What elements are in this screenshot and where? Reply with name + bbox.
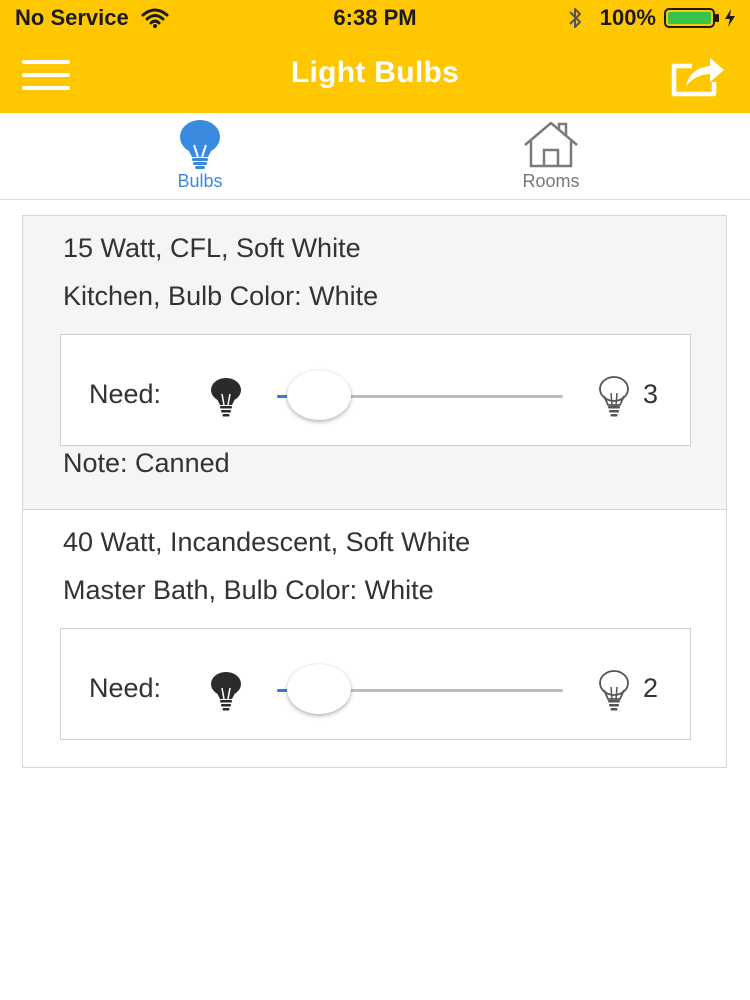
tab-rooms-label: Rooms — [522, 171, 580, 191]
slider-thumb[interactable] — [287, 664, 351, 714]
bulb-description: 40 Watt, Incandescent, Soft White — [63, 527, 471, 557]
bulb-description: 15 Watt, CFL, Soft White — [63, 233, 361, 263]
tab-bulbs-label: Bulbs — [177, 171, 223, 191]
list-item[interactable]: 40 Watt, Incandescent, Soft White Master… — [23, 510, 726, 767]
bulb-filled-icon — [211, 378, 241, 417]
need-count: 2 — [643, 673, 659, 703]
battery-icon — [664, 8, 719, 28]
bulb-outline-icon — [599, 670, 629, 711]
list-item[interactable]: 15 Watt, CFL, Soft White Kitchen, Bulb C… — [23, 216, 726, 510]
bluetooth-icon — [569, 8, 581, 28]
bulb-location: Master Bath, Bulb Color: White — [63, 575, 434, 605]
tab-bar: Bulbs Rooms — [0, 113, 750, 200]
bulb-note: Note: Canned — [63, 448, 230, 478]
need-slider[interactable] — [277, 365, 563, 420]
charging-bolt-icon — [725, 9, 735, 27]
bulb-outline-icon — [599, 376, 629, 417]
tab-rooms[interactable]: Rooms — [451, 113, 651, 199]
page-title: Light Bulbs — [290, 56, 460, 89]
slider-thumb[interactable] — [287, 370, 351, 420]
bulb-list: 15 Watt, CFL, Soft White Kitchen, Bulb C… — [22, 215, 727, 768]
status-bar: No Service 6:38 PM 100% — [0, 0, 750, 36]
need-count: 3 — [643, 379, 659, 409]
top-bar: No Service 6:38 PM 100% Light Bulbs — [0, 0, 750, 113]
bulb-filled-icon — [211, 672, 241, 711]
need-slider[interactable] — [277, 659, 563, 714]
need-label: Need: — [89, 379, 162, 409]
share-icon — [671, 58, 724, 97]
share-button[interactable] — [670, 52, 728, 98]
status-right: 100% — [568, 5, 736, 31]
bulb-location: Kitchen, Bulb Color: White — [63, 281, 379, 311]
lightbulb-icon — [180, 120, 220, 169]
nav-bar: Light Bulbs — [0, 36, 750, 113]
house-icon — [524, 121, 578, 168]
battery-percent: 100% — [599, 5, 656, 30]
need-label: Need: — [89, 673, 162, 703]
need-control: Need: — [60, 334, 691, 446]
screen: No Service 6:38 PM 100% Light Bulbs Bulb… — [0, 0, 750, 1000]
tab-bulbs[interactable]: Bulbs — [100, 113, 300, 199]
need-control: Need: — [60, 628, 691, 740]
